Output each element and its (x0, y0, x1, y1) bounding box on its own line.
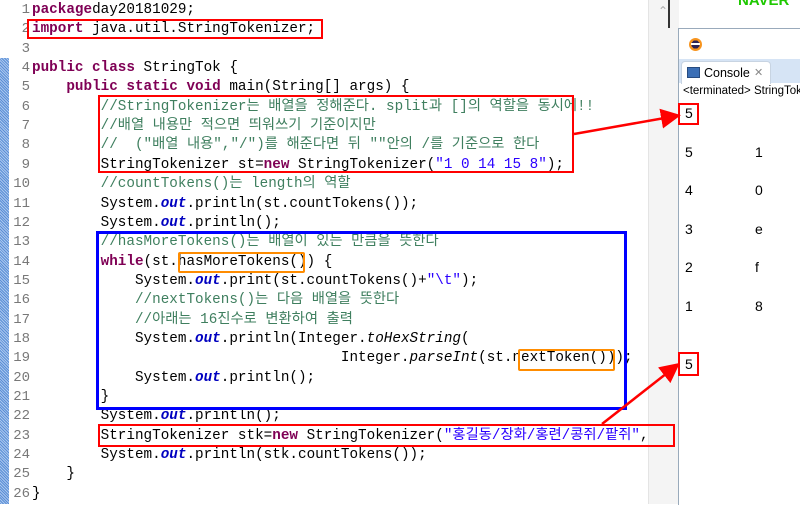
arrow-to-first-output (573, 108, 681, 136)
arrow-to-last-output (601, 362, 680, 425)
annotation-arrows (573, 108, 681, 425)
